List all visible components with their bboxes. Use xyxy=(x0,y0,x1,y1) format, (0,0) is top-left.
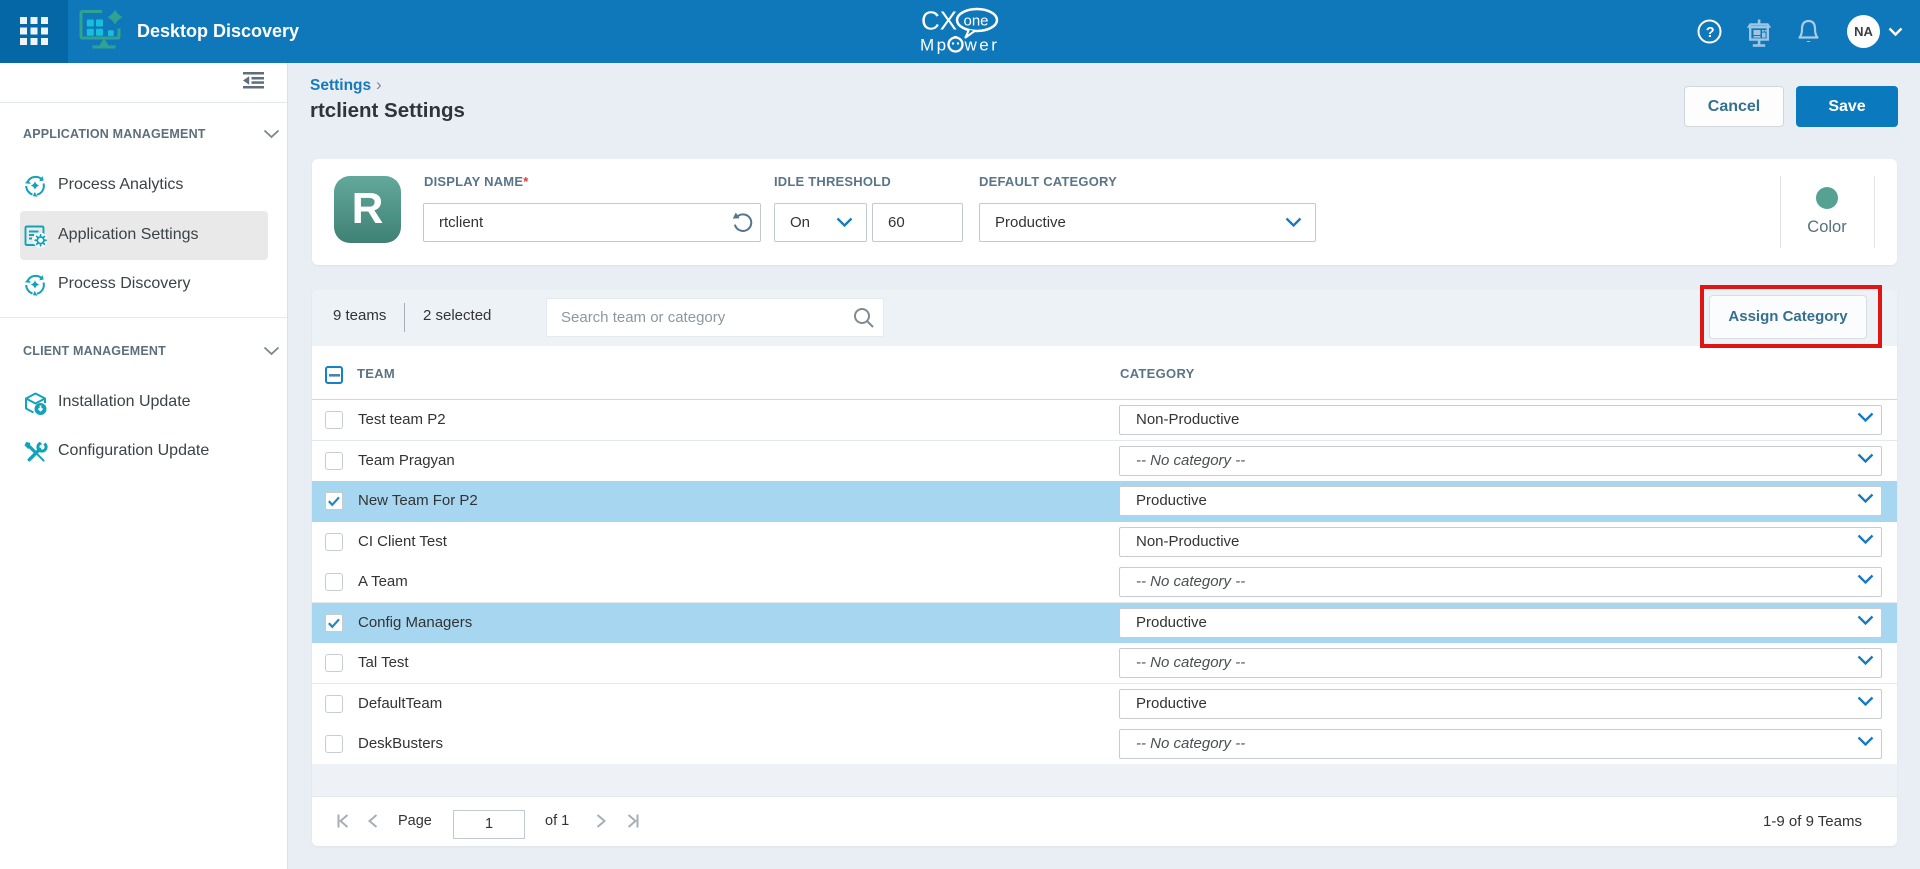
svg-text:Mp: Mp xyxy=(920,36,949,55)
svg-text:one: one xyxy=(964,13,989,30)
svg-text:CX: CX xyxy=(921,6,957,36)
svg-text:wer: wer xyxy=(964,36,1000,55)
svg-text:?: ? xyxy=(1706,25,1715,41)
